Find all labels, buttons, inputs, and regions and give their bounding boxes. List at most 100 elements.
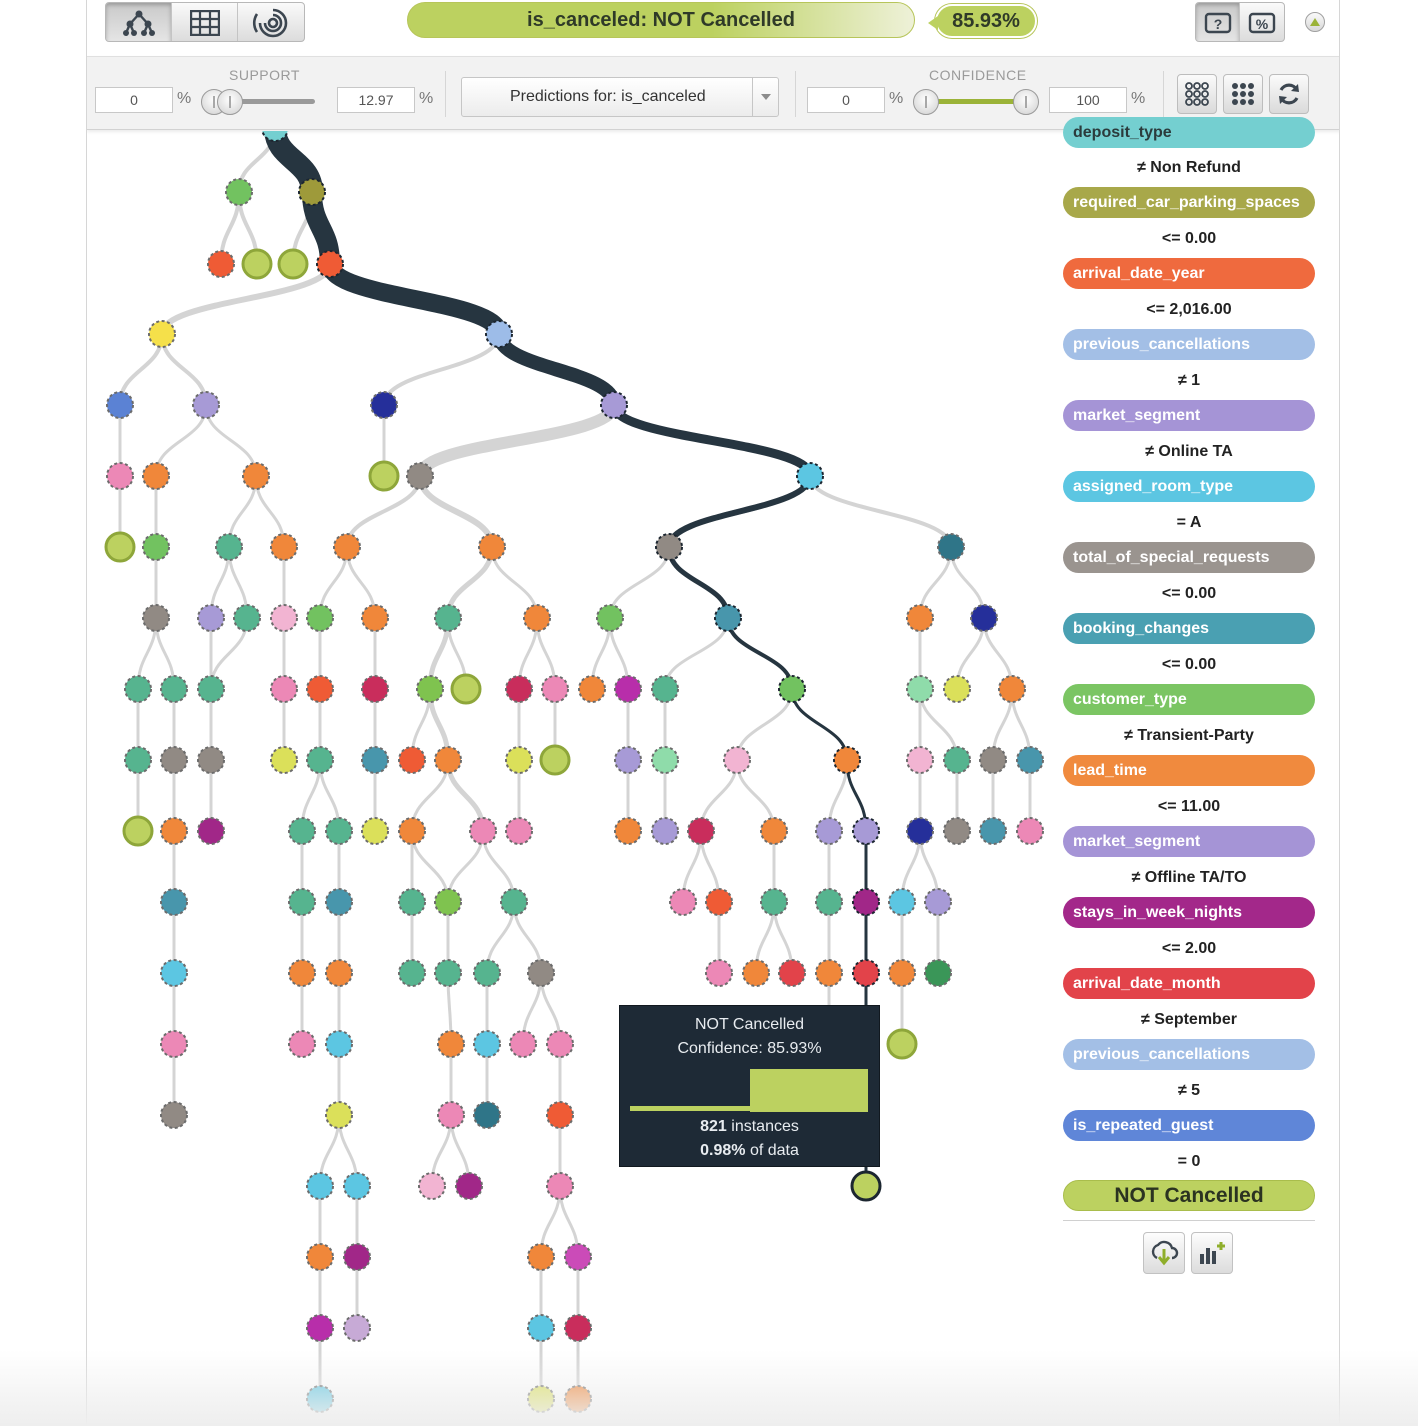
tree-node[interactable] — [778, 959, 806, 987]
tree-node[interactable] — [943, 675, 971, 703]
tree-node[interactable] — [325, 1030, 353, 1058]
tree-node[interactable] — [398, 959, 426, 987]
tree-node[interactable] — [270, 604, 298, 632]
tree-node[interactable] — [437, 1101, 465, 1129]
tree-node[interactable] — [705, 888, 733, 916]
tree-node[interactable] — [124, 675, 152, 703]
tree-node[interactable] — [527, 959, 555, 987]
tree-node[interactable] — [924, 959, 952, 987]
tree-node[interactable] — [924, 888, 952, 916]
tree-node[interactable] — [197, 746, 225, 774]
tree-node[interactable] — [333, 533, 361, 561]
tree-node[interactable] — [398, 746, 426, 774]
confidence-min-input[interactable]: 0 — [807, 87, 885, 113]
tree-leaf-node[interactable] — [539, 744, 571, 776]
tree-node[interactable] — [906, 817, 934, 845]
tree-node[interactable] — [160, 817, 188, 845]
tree-leaf-node[interactable] — [104, 531, 136, 563]
tree-node[interactable] — [906, 675, 934, 703]
tree-node[interactable] — [142, 462, 170, 490]
support-min-input[interactable]: 0 — [95, 87, 173, 113]
tree-node[interactable] — [527, 1314, 555, 1342]
tree-node[interactable] — [760, 817, 788, 845]
tree-node[interactable] — [815, 817, 843, 845]
tree-node[interactable] — [943, 817, 971, 845]
tree-node[interactable] — [242, 462, 270, 490]
tree-node[interactable] — [509, 1030, 537, 1058]
tree-node[interactable] — [306, 1385, 334, 1413]
tree-leaf-node[interactable] — [368, 460, 400, 492]
tree-node[interactable] — [325, 817, 353, 845]
tree-node[interactable] — [943, 746, 971, 774]
tree-node[interactable] — [505, 675, 533, 703]
download-button[interactable] — [1143, 1232, 1185, 1274]
tree-node[interactable] — [106, 462, 134, 490]
tree-leaf-node[interactable] — [122, 815, 154, 847]
tree-node[interactable] — [1016, 746, 1044, 774]
confidence-slider-max-handle[interactable] — [1013, 89, 1039, 115]
tree-node[interactable] — [160, 675, 188, 703]
tree-node[interactable] — [270, 675, 298, 703]
tree-node[interactable] — [437, 1030, 465, 1058]
tree-node[interactable] — [160, 959, 188, 987]
tree-leaf-node[interactable] — [850, 1170, 882, 1202]
tree-node[interactable] — [998, 675, 1026, 703]
tree-node[interactable] — [970, 604, 998, 632]
tree-node[interactable] — [687, 817, 715, 845]
tree-view-button[interactable] — [106, 3, 172, 41]
tree-node[interactable] — [270, 746, 298, 774]
tree-node[interactable] — [306, 604, 334, 632]
tree-node[interactable] — [669, 888, 697, 916]
tree-node[interactable] — [778, 675, 806, 703]
tree-node[interactable] — [416, 675, 444, 703]
tree-node[interactable] — [979, 817, 1007, 845]
tree-node[interactable] — [106, 391, 134, 419]
tree-node[interactable] — [398, 817, 426, 845]
tree-node[interactable] — [852, 888, 880, 916]
tree-node[interactable] — [270, 533, 298, 561]
tree-node[interactable] — [541, 675, 569, 703]
tree-node[interactable] — [546, 1101, 574, 1129]
tree-node[interactable] — [306, 1172, 334, 1200]
tree-node[interactable] — [527, 1385, 555, 1413]
tree-node[interactable] — [523, 604, 551, 632]
tree-node[interactable] — [600, 391, 628, 419]
tree-node[interactable] — [979, 746, 1007, 774]
tree-node[interactable] — [361, 746, 389, 774]
tree-node[interactable] — [361, 604, 389, 632]
tree-node[interactable] — [343, 1172, 371, 1200]
predictions-select[interactable]: Predictions for: is_canceled — [461, 77, 779, 117]
tree-node[interactable] — [1016, 817, 1044, 845]
tree-node[interactable] — [527, 1243, 555, 1271]
support-max-input[interactable]: 12.97 — [337, 87, 415, 113]
tree-node[interactable] — [651, 675, 679, 703]
tree-node[interactable] — [298, 178, 326, 206]
tree-node[interactable] — [434, 888, 462, 916]
tree-node[interactable] — [434, 959, 462, 987]
tree-node[interactable] — [288, 888, 316, 916]
tree-node[interactable] — [160, 888, 188, 916]
tree-node[interactable] — [705, 959, 733, 987]
tree-node[interactable] — [714, 604, 742, 632]
tree-node[interactable] — [160, 1030, 188, 1058]
tree-node[interactable] — [343, 1243, 371, 1271]
tree-node[interactable] — [192, 391, 220, 419]
tree-node[interactable] — [852, 959, 880, 987]
tree-node[interactable] — [361, 817, 389, 845]
add-chart-button[interactable] — [1191, 1232, 1233, 1274]
confidence-slider-min-handle[interactable] — [913, 89, 939, 115]
tree-node[interactable] — [325, 1101, 353, 1129]
tree-node[interactable] — [418, 1172, 446, 1200]
tree-node[interactable] — [124, 746, 152, 774]
tree-leaf-node[interactable] — [450, 673, 482, 705]
tree-node[interactable] — [614, 817, 642, 845]
tree-node[interactable] — [478, 533, 506, 561]
tree-node[interactable] — [316, 250, 344, 278]
tree-node[interactable] — [215, 533, 243, 561]
tree-node[interactable] — [370, 391, 398, 419]
tree-node[interactable] — [760, 888, 788, 916]
tree-node[interactable] — [852, 817, 880, 845]
tree-node[interactable] — [655, 533, 683, 561]
tree-node[interactable] — [651, 817, 679, 845]
tree-node[interactable] — [160, 1101, 188, 1129]
